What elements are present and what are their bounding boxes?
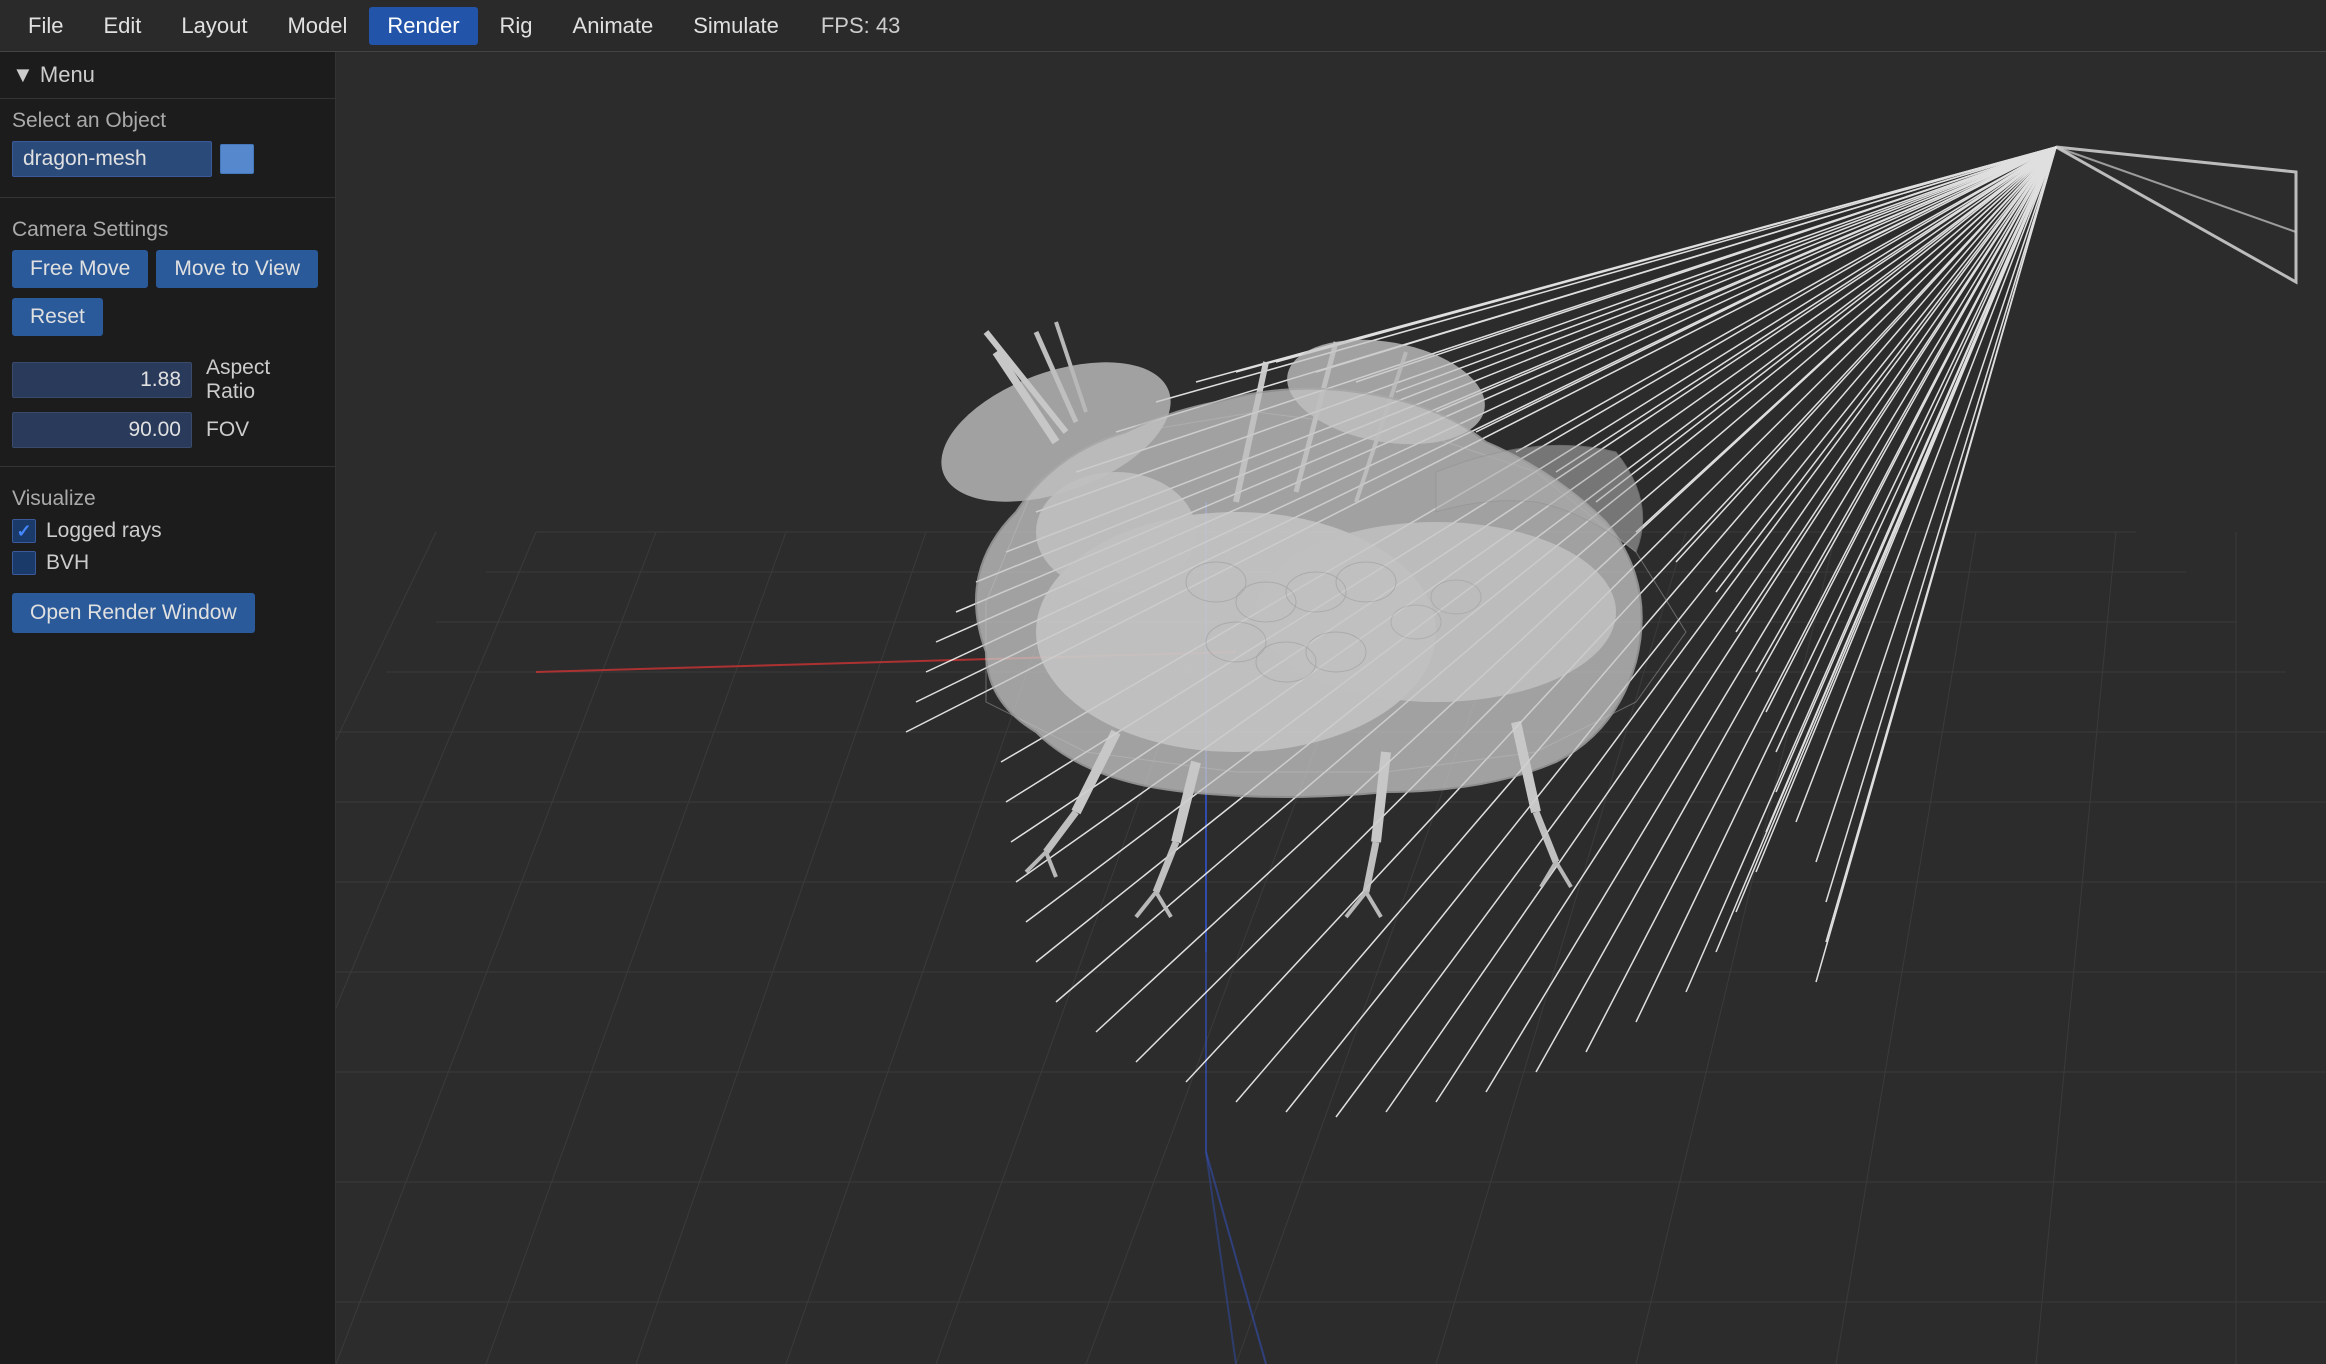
divider-2 (0, 466, 335, 467)
logged-rays-checkbox[interactable] (12, 519, 36, 543)
divider-1 (0, 197, 335, 198)
menu-layout[interactable]: Layout (163, 7, 265, 45)
free-move-button[interactable]: Free Move (12, 250, 148, 288)
menu-file[interactable]: File (10, 7, 81, 45)
open-render-window-button[interactable]: Open Render Window (12, 593, 255, 633)
sidebar: ▼ Menu Select an Object Camera Settings … (0, 52, 336, 1364)
logged-rays-row: Logged rays (12, 519, 323, 543)
bvh-checkbox[interactable] (12, 551, 36, 575)
visualize-section: Visualize Logged rays BVH Open Render Wi… (0, 477, 335, 643)
fov-input[interactable] (12, 412, 192, 448)
aspect-ratio-label: Aspect Ratio (206, 356, 323, 404)
menu-edit[interactable]: Edit (85, 7, 159, 45)
camera-button-group: Free Move Move to View (12, 250, 323, 288)
menu-header: ▼ Menu (0, 52, 335, 99)
bvh-label: BVH (46, 551, 89, 575)
select-object-label: Select an Object (12, 109, 323, 133)
visualize-label: Visualize (12, 487, 323, 511)
select-object-section: Select an Object (0, 99, 335, 197)
object-row (12, 141, 323, 177)
fov-row: FOV (12, 412, 323, 448)
menu-bar: File Edit Layout Model Render Rig Animat… (0, 0, 2326, 52)
menu-rig[interactable]: Rig (482, 7, 551, 45)
reset-button[interactable]: Reset (12, 298, 103, 336)
fov-label: FOV (206, 418, 249, 442)
main-area: ▼ Menu Select an Object Camera Settings … (0, 52, 2326, 1364)
menu-simulate[interactable]: Simulate (675, 7, 797, 45)
menu-model[interactable]: Model (269, 7, 365, 45)
bvh-row: BVH (12, 551, 323, 575)
params-section: Aspect Ratio FOV (0, 346, 335, 466)
menu-render[interactable]: Render (369, 7, 477, 45)
aspect-ratio-row: Aspect Ratio (12, 356, 323, 404)
aspect-ratio-input[interactable] (12, 362, 192, 398)
menu-animate[interactable]: Animate (555, 7, 672, 45)
viewport-scene (336, 52, 2326, 1364)
move-to-view-button[interactable]: Move to View (156, 250, 318, 288)
object-name-input[interactable] (12, 141, 212, 177)
camera-settings-section: Camera Settings Free Move Move to View R… (0, 208, 335, 346)
color-swatch[interactable] (220, 144, 254, 174)
camera-settings-label: Camera Settings (12, 218, 323, 242)
logged-rays-label: Logged rays (46, 519, 162, 543)
3d-viewport[interactable] (336, 52, 2326, 1364)
fps-display: FPS: 43 (821, 13, 900, 39)
